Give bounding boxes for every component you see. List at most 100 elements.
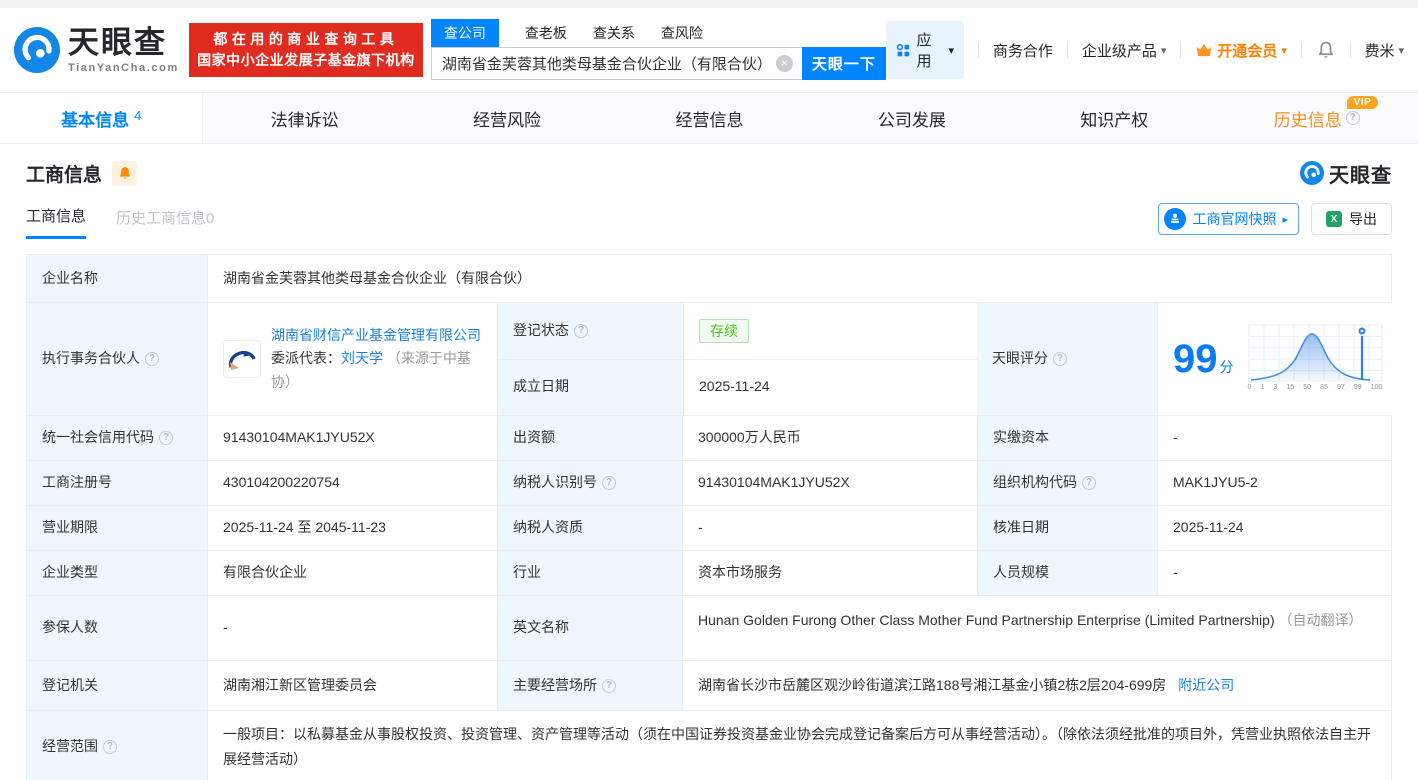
reg-number-label: 工商注册号 <box>27 461 207 505</box>
help-icon[interactable]: ? <box>103 740 117 755</box>
notification-bell-icon[interactable] <box>1316 39 1336 61</box>
table-row-established: 成立日期 2025-11-24 <box>498 358 977 415</box>
taxpayer-id-value: 91430104MAK1JYU52X <box>682 461 977 505</box>
help-icon[interactable]: ? <box>1082 476 1096 490</box>
subtab-history-business-info[interactable]: 历史工商信息0 <box>116 207 214 238</box>
help-icon[interactable]: ? <box>602 678 616 693</box>
tab-history-info[interactable]: 历史信息 ? VIP <box>1216 93 1418 143</box>
credit-code-value: 91430104MAK1JYU52X <box>207 416 497 460</box>
search-button[interactable]: 天眼一下 <box>801 47 886 80</box>
partner-company-link[interactable]: 湖南省财信产业基金管理有限公司 <box>271 327 481 343</box>
help-icon[interactable]: ? <box>602 476 616 490</box>
divider <box>1180 42 1182 58</box>
search-tab-risk[interactable]: 查风险 <box>661 19 703 47</box>
established-value: 2025-11-24 <box>683 359 977 415</box>
chevron-down-icon: ▾ <box>1398 44 1405 57</box>
status-badge: 存续 <box>699 318 749 343</box>
search-tab-company[interactable]: 查公司 <box>430 19 499 47</box>
nav-user-menu[interactable]: 费米 ▾ <box>1364 40 1404 61</box>
monitor-bell-button[interactable] <box>112 160 138 186</box>
official-snapshot-button[interactable]: 工商官网快照 ▸ <box>1158 203 1299 235</box>
tianyancha-logo[interactable]: 天眼查 TianYanCha.com <box>14 27 179 74</box>
top-nav: 应用 ▾ 商务合作 企业级产品 ▾ 开通会员 ▾ 费米 ▾ <box>885 21 1404 79</box>
nav-cooperation[interactable]: 商务合作 <box>993 40 1053 61</box>
arrow-right-icon: ▸ <box>1282 213 1288 226</box>
divider <box>1066 42 1068 58</box>
brand-slogan: 都在用的商业查询工具 国家中小企业发展子基金旗下机构 <box>188 23 423 77</box>
help-icon[interactable]: ? <box>574 323 588 338</box>
nav-enterprise-products[interactable]: 企业级产品 ▾ <box>1082 40 1167 61</box>
address-label: 主要经营场所 ? <box>497 661 682 710</box>
subtab-business-info[interactable]: 工商信息 <box>26 205 87 239</box>
partner-label: 执行事务合伙人 ? <box>27 303 207 415</box>
help-icon[interactable]: ? <box>145 352 159 366</box>
english-name-label: 英文名称 <box>497 596 682 660</box>
section-title: 工商信息 <box>26 164 103 186</box>
company-name-value: 湖南省金芙蓉其他类母基金合伙企业（有限合伙） <box>207 255 1391 302</box>
chevron-down-icon: ▾ <box>948 44 955 57</box>
search-tab-relation[interactable]: 查关系 <box>593 19 635 47</box>
search-tabs: 查公司 查老板 查关系 查风险 <box>430 19 886 47</box>
english-name-value: Hunan Golden Furong Other Class Mother F… <box>682 596 1391 660</box>
paid-capital-value: - <box>1157 416 1391 460</box>
search-tab-boss[interactable]: 查老板 <box>525 19 567 47</box>
table-row-registration-number: 工商注册号 430104200220754 纳税人识别号 ? 91430104M… <box>27 460 1391 505</box>
help-icon[interactable]: ? <box>1053 352 1067 366</box>
apps-menu[interactable]: 应用 ▾ <box>885 21 965 79</box>
business-term-label: 营业期限 <box>27 506 207 550</box>
address-value: 湖南省长沙市岳麓区观沙岭街道滨江路188号湘江基金小镇2栋2层204-699房 … <box>682 661 1391 710</box>
site-header: 天眼查 TianYanCha.com 都在用的商业查询工具 国家中小企业发展子基… <box>0 8 1418 92</box>
company-name-label: 企业名称 <box>27 255 207 302</box>
app-grid-icon <box>896 43 910 56</box>
staff-size-value: - <box>1157 551 1391 595</box>
divider <box>1300 42 1302 58</box>
bell-icon <box>119 167 130 179</box>
tab-basic-count: 4 <box>134 107 142 123</box>
table-row-business-scope: 经营范围 ? 一般项目：以私募基金从事股权投资、投资管理、资产管理等活动（须在中… <box>27 710 1391 780</box>
username: 费米 <box>1364 42 1395 60</box>
industry-value: 资本市场服务 <box>682 551 977 595</box>
subtab-row: 工商信息 历史工商信息0 工商官网快照 ▸ X 导出 <box>0 203 1418 241</box>
staff-size-label: 人员规模 <box>977 551 1157 595</box>
company-type-label: 企业类型 <box>27 551 207 595</box>
score-label: 天眼评分 ? <box>977 303 1157 415</box>
nearby-companies-link[interactable]: 附近公司 <box>1178 677 1234 693</box>
tab-intellectual-property[interactable]: 知识产权 <box>1013 93 1215 143</box>
tab-company-development[interactable]: 公司发展 <box>811 93 1013 143</box>
vip-badge: VIP <box>1346 96 1379 109</box>
tab-operating-risk[interactable]: 经营风险 <box>406 93 608 143</box>
clear-search-icon[interactable]: × <box>775 55 793 72</box>
table-row-partner: 执行事务合伙人 ? 湖南省财信产业基金管理有限公司 委派代表：刘天学 （来源于中… <box>27 302 1398 415</box>
nav-open-vip[interactable]: 开通会员 ▾ <box>1195 40 1287 61</box>
section-header: 工商信息 天眼查 <box>0 159 1418 187</box>
search-input[interactable] <box>430 47 802 80</box>
business-term-value: 2025-11-24 至 2045-11-23 <box>207 506 497 550</box>
table-row-company-type: 企业类型 有限合伙企业 行业 资本市场服务 人员规模 - <box>27 550 1391 595</box>
export-button[interactable]: X 导出 <box>1311 203 1392 235</box>
business-scope-label: 经营范围 ? <box>27 711 207 780</box>
taxpayer-id-label: 纳税人识别号 ? <box>497 461 682 505</box>
score-distribution-chart: 0 1 3 15 50 85 97 99 100 <box>1248 324 1383 394</box>
chevron-down-icon: ▾ <box>1281 44 1287 57</box>
taxpayer-quality-value: - <box>682 506 977 550</box>
divider <box>1349 42 1351 58</box>
status-value: 存续 <box>683 303 977 359</box>
help-icon[interactable]: ? <box>159 431 173 445</box>
org-code-label: 组织机构代码 ? <box>977 461 1157 505</box>
tianyancha-logo-icon <box>1300 161 1324 185</box>
registration-authority-value: 湖南湘江新区管理委员会 <box>207 661 497 710</box>
rep-label: 委派代表： <box>271 350 341 367</box>
tab-operating-info[interactable]: 经营信息 <box>608 93 810 143</box>
industry-label: 行业 <box>497 551 682 595</box>
established-label: 成立日期 <box>498 359 683 415</box>
table-row-company-name: 企业名称 湖南省金芙蓉其他类母基金合伙企业（有限合伙） <box>27 255 1391 302</box>
brand-domain: TianYanCha.com <box>68 61 179 74</box>
tab-basic-info[interactable]: 基本信息 4 <box>0 93 204 143</box>
approval-date-value: 2025-11-24 <box>1157 506 1391 550</box>
insured-count-value: - <box>207 596 497 660</box>
reg-number-value: 430104200220754 <box>207 461 497 505</box>
rep-name-link[interactable]: 刘天学 <box>341 350 383 366</box>
tab-legal[interactable]: 法律诉讼 <box>203 93 405 143</box>
help-icon[interactable]: ? <box>1345 111 1360 125</box>
company-type-value: 有限合伙企业 <box>207 551 497 595</box>
